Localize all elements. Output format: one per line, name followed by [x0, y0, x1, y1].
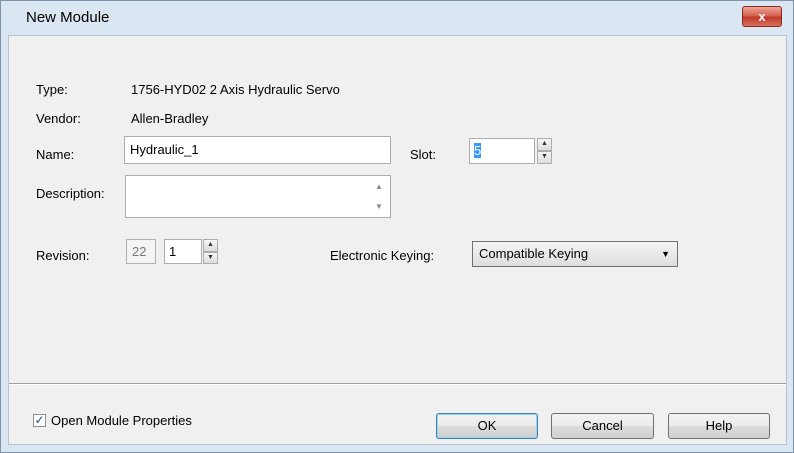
slot-label: Slot:	[410, 147, 437, 162]
description-scroll-up[interactable]: ▲	[371, 179, 387, 195]
revision-major-text: 22	[132, 244, 147, 259]
name-field[interactable]: Hydraulic_1	[124, 136, 391, 164]
spin-up-icon: ▲	[541, 140, 548, 147]
electronic-keying-value: Compatible Keying	[479, 246, 589, 261]
type-value: 1756-HYD02 2 Axis Hydraulic Servo	[131, 82, 340, 97]
revision-major-field: 22	[126, 239, 156, 264]
description-scroll-down[interactable]: ▼	[371, 199, 387, 215]
description-field[interactable]	[125, 175, 391, 218]
revision-spin-up[interactable]: ▲	[203, 239, 218, 252]
help-button-label: Help	[705, 418, 733, 433]
cancel-button-label: Cancel	[582, 418, 623, 433]
new-module-dialog: New Module x Type: 1756-HYD02 2 Axis Hyd…	[0, 0, 794, 453]
vendor-value: Allen-Bradley	[131, 111, 209, 126]
dialog-body: Type: 1756-HYD02 2 Axis Hydraulic Servo …	[8, 35, 787, 445]
revision-label: Revision:	[36, 248, 90, 263]
revision-spin-down[interactable]: ▼	[203, 252, 218, 264]
electronic-keying-dropdown[interactable]: Compatible Keying ▼	[472, 241, 678, 267]
scroll-up-icon: ▲	[375, 182, 383, 191]
electronic-keying-label: Electronic Keying:	[330, 248, 435, 263]
description-label: Description:	[36, 186, 105, 201]
slot-spin-up[interactable]: ▲	[537, 138, 552, 151]
spin-up-icon: ▲	[207, 241, 214, 248]
revision-minor-text: 1	[169, 244, 177, 259]
spin-down-icon: ▼	[541, 153, 548, 160]
slot-field-text: 5	[474, 143, 482, 158]
dialog-title: New Module	[26, 9, 110, 26]
close-icon: x	[758, 9, 766, 24]
revision-minor-field[interactable]: 1	[164, 239, 202, 264]
help-button[interactable]: Help	[668, 413, 770, 439]
close-button[interactable]: x	[742, 6, 782, 27]
checkmark-icon: ✓	[34, 413, 45, 427]
title-bar: New Module x	[1, 1, 793, 31]
scroll-down-icon: ▼	[375, 202, 383, 211]
name-field-text: Hydraulic_1	[130, 142, 199, 157]
name-label: Name:	[36, 147, 75, 162]
ok-button[interactable]: OK	[436, 413, 538, 439]
type-label: Type:	[36, 82, 68, 97]
ok-button-label: OK	[477, 418, 497, 433]
vendor-label: Vendor:	[36, 111, 81, 126]
open-module-properties-checkbox[interactable]: ✓	[33, 414, 46, 427]
cancel-button[interactable]: Cancel	[551, 413, 654, 439]
slot-spin-down[interactable]: ▼	[537, 151, 552, 164]
spin-down-icon: ▼	[207, 254, 214, 261]
separator	[9, 383, 786, 385]
open-module-properties-label[interactable]: Open Module Properties	[51, 413, 192, 428]
slot-field[interactable]: 5	[469, 138, 535, 164]
chevron-down-icon: ▼	[661, 249, 670, 259]
